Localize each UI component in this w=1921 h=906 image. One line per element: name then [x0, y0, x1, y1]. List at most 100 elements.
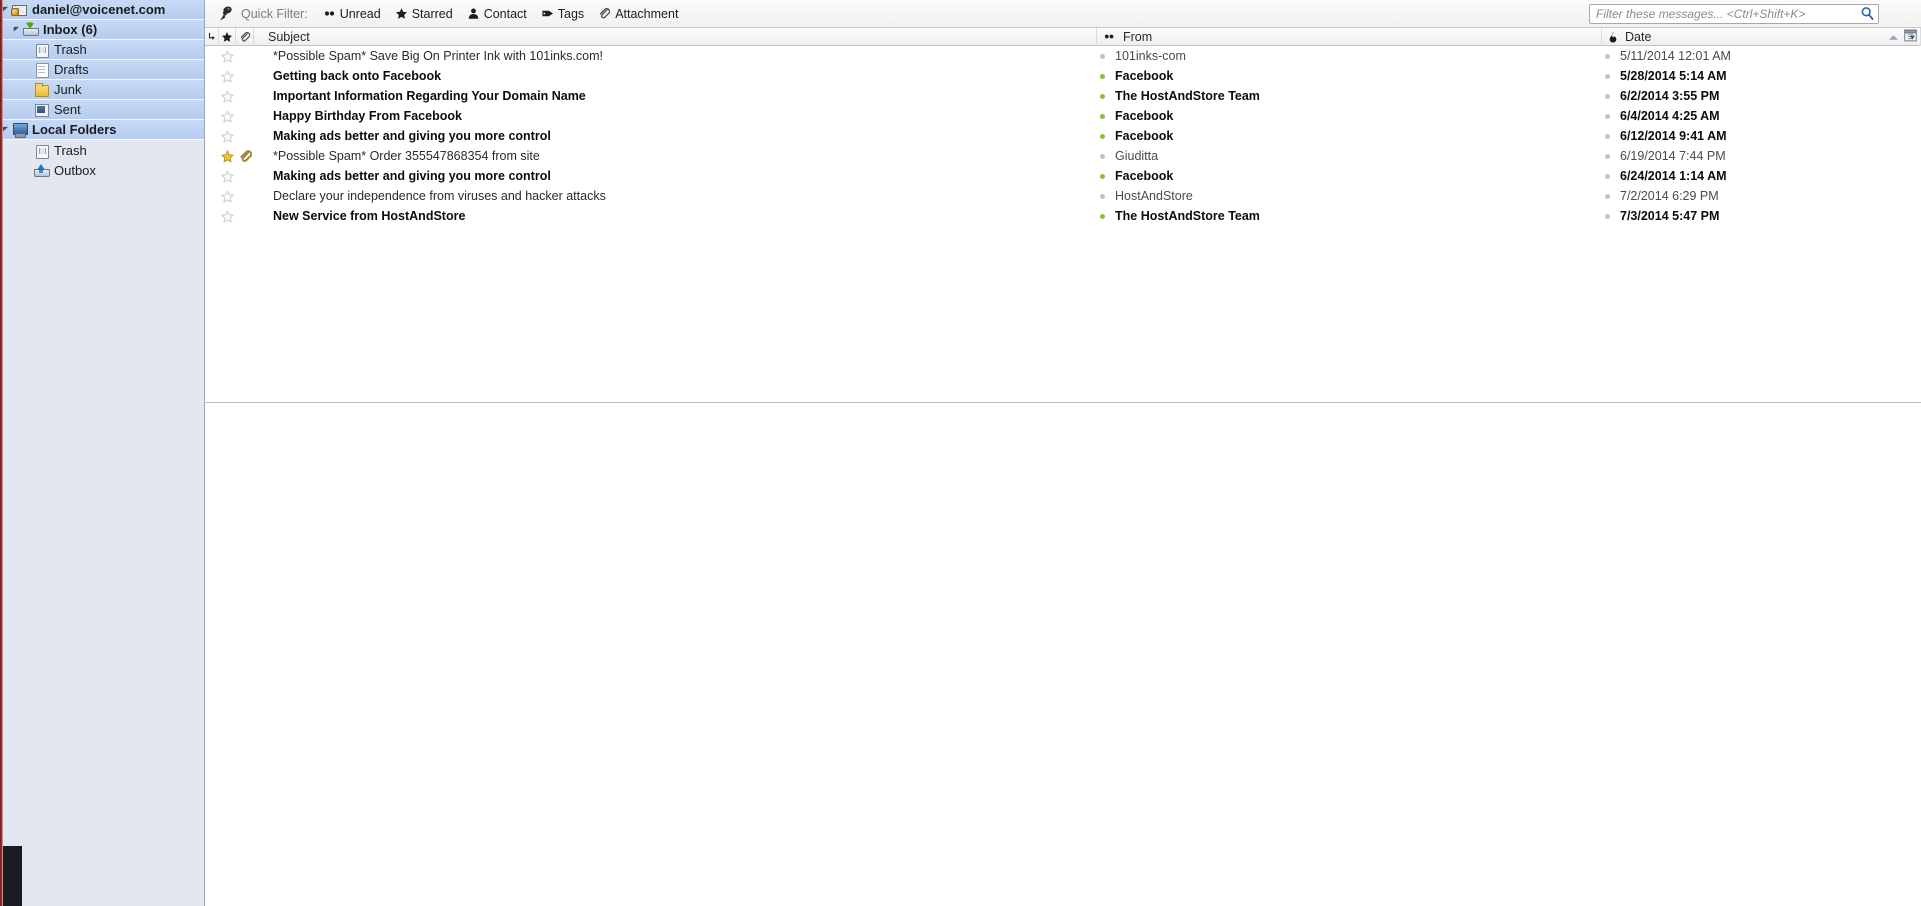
outbox-icon — [33, 163, 50, 178]
message-from-cell[interactable]: Facebook — [1097, 166, 1602, 186]
message-subject[interactable]: New Service from HostAndStore — [254, 206, 1097, 226]
message-date: 6/4/2014 4:25 AM — [1620, 109, 1720, 123]
message-date-cell[interactable]: 7/3/2014 5:47 PM — [1602, 206, 1921, 226]
junk-status-dot[interactable] — [1605, 73, 1610, 79]
paperclip-icon[interactable] — [236, 146, 254, 166]
message-subject[interactable]: Making ads better and giving you more co… — [254, 166, 1097, 186]
sidebar-item-sent[interactable]: Sent — [0, 100, 204, 120]
unread-indicator-dot[interactable] — [1100, 133, 1105, 139]
sidebar-item-local-folders[interactable]: Local Folders — [0, 120, 204, 140]
message-from-cell[interactable]: Facebook — [1097, 126, 1602, 146]
junk-status-dot[interactable] — [1605, 53, 1610, 59]
message-date-cell[interactable]: 6/24/2014 1:14 AM — [1602, 166, 1921, 186]
search-input[interactable] — [1589, 4, 1879, 24]
message-row[interactable]: New Service from HostAndStore The HostAnd… — [205, 206, 1921, 226]
star-outline-icon[interactable] — [219, 66, 236, 86]
unread-indicator-dot[interactable] — [1100, 73, 1105, 79]
message-from-cell[interactable]: The HostAndStore Team — [1097, 206, 1602, 226]
message-subject[interactable]: *Possible Spam* Order 355547868354 from … — [254, 146, 1097, 166]
message-from-cell[interactable]: Facebook — [1097, 66, 1602, 86]
sort-asc-icon[interactable] — [1888, 30, 1899, 44]
message-row[interactable]: *Possible Spam* Order 355547868354 from … — [205, 146, 1921, 166]
star-outline-icon[interactable] — [219, 166, 236, 186]
message-subject[interactable]: Making ads better and giving you more co… — [254, 126, 1097, 146]
sidebar-item-drafts[interactable]: Drafts — [0, 60, 204, 80]
junk-status-dot[interactable] — [1605, 133, 1610, 139]
attachment-cell-empty — [236, 166, 254, 186]
column-picker-icon[interactable] — [1904, 29, 1917, 45]
read-indicator-dot[interactable] — [1100, 193, 1105, 199]
message-subject[interactable]: Declare your independence from viruses a… — [254, 186, 1097, 206]
junk-status-dot[interactable] — [1605, 193, 1610, 199]
star-outline-icon[interactable] — [219, 106, 236, 126]
read-indicator-dot[interactable] — [1100, 153, 1105, 159]
twisty-open-icon[interactable] — [11, 26, 22, 33]
quick-filter-tags-button[interactable]: Tags — [536, 4, 591, 24]
quick-filter-attachment-button[interactable]: Attachment — [593, 4, 685, 24]
sidebar-item-trash[interactable]: Trash — [0, 40, 204, 60]
column-header-star[interactable] — [219, 27, 236, 46]
unread-indicator-dot[interactable] — [1100, 173, 1105, 179]
star-filled-icon[interactable] — [219, 146, 236, 166]
star-outline-icon[interactable] — [219, 206, 236, 226]
message-date-cell[interactable]: 6/19/2014 7:44 PM — [1602, 146, 1921, 166]
drafts-icon — [33, 62, 50, 78]
mail-client-window: daniel@voicenet.com Inbox (6) Trash Drafts J… — [0, 0, 1921, 906]
message-row[interactable]: Making ads better and giving you more co… — [205, 166, 1921, 186]
message-date: 6/19/2014 7:44 PM — [1620, 149, 1726, 163]
message-date-cell[interactable]: 5/11/2014 12:01 AM — [1602, 46, 1921, 66]
unread-dots-icon — [1103, 32, 1116, 41]
junk-status-dot[interactable] — [1605, 173, 1610, 179]
message-date-cell[interactable]: 6/4/2014 4:25 AM — [1602, 106, 1921, 126]
star-outline-icon[interactable] — [219, 46, 236, 66]
message-row[interactable]: Making ads better and giving you more co… — [205, 126, 1921, 146]
message-row[interactable]: Declare your independence from viruses a… — [205, 186, 1921, 206]
message-date-cell[interactable]: 5/28/2014 5:14 AM — [1602, 66, 1921, 86]
sidebar-item-trash[interactable]: Trash — [0, 140, 204, 160]
column-header-date[interactable]: Date — [1602, 27, 1921, 46]
message-subject[interactable]: Getting back onto Facebook — [254, 66, 1097, 86]
junk-status-dot[interactable] — [1605, 153, 1610, 159]
message-from-cell[interactable]: The HostAndStore Team — [1097, 86, 1602, 106]
unread-indicator-dot[interactable] — [1100, 93, 1105, 99]
quick-filter-unread-label: Unread — [339, 6, 381, 21]
unread-indicator-dot[interactable] — [1100, 213, 1105, 219]
message-subject[interactable]: Happy Birthday From Facebook — [254, 106, 1097, 126]
message-from-cell[interactable]: Giuditta — [1097, 146, 1602, 166]
star-outline-icon[interactable] — [219, 186, 236, 206]
star-outline-icon[interactable] — [219, 86, 236, 106]
junk-status-dot[interactable] — [1605, 113, 1610, 119]
message-row[interactable]: *Possible Spam* Save Big On Printer Ink … — [205, 46, 1921, 66]
column-header-from[interactable]: From — [1097, 27, 1602, 46]
unread-indicator-dot[interactable] — [1100, 113, 1105, 119]
message-date-cell[interactable]: 7/2/2014 6:29 PM — [1602, 186, 1921, 206]
pin-icon[interactable] — [215, 3, 237, 25]
junk-status-dot[interactable] — [1605, 213, 1610, 219]
search-icon[interactable] — [1860, 6, 1875, 21]
message-from-cell[interactable]: HostAndStore — [1097, 186, 1602, 206]
message-subject[interactable]: *Possible Spam* Save Big On Printer Ink … — [254, 46, 1097, 66]
message-from-cell[interactable]: Facebook — [1097, 106, 1602, 126]
column-header-attachment[interactable] — [236, 27, 254, 46]
message-date-cell[interactable]: 6/2/2014 3:55 PM — [1602, 86, 1921, 106]
column-header-subject[interactable]: Subject — [254, 27, 1097, 46]
quick-filter-unread-button[interactable]: Unread — [318, 4, 388, 24]
sidebar-item-daniel-voicenet-com[interactable]: daniel@voicenet.com — [0, 0, 204, 20]
sidebar-item-outbox[interactable]: Outbox — [0, 160, 204, 180]
quick-filter-starred-button[interactable]: Starred — [390, 4, 460, 24]
message-row[interactable]: Important Information Regarding Your Dom… — [205, 86, 1921, 106]
message-date-cell[interactable]: 6/12/2014 9:41 AM — [1602, 126, 1921, 146]
column-header-thread[interactable] — [205, 27, 219, 46]
message-rows: *Possible Spam* Save Big On Printer Ink … — [205, 46, 1921, 226]
star-outline-icon[interactable] — [219, 126, 236, 146]
sidebar-item-junk[interactable]: Junk — [0, 80, 204, 100]
message-subject[interactable]: Important Information Regarding Your Dom… — [254, 86, 1097, 106]
sidebar-item-inbox-6[interactable]: Inbox (6) — [0, 20, 204, 40]
read-indicator-dot[interactable] — [1100, 53, 1105, 59]
message-row[interactable]: Getting back onto Facebook Facebook 5/28/2… — [205, 66, 1921, 86]
junk-status-dot[interactable] — [1605, 93, 1610, 99]
quick-filter-bar: Quick Filter: Unread Starred Contact Tag… — [205, 0, 1921, 28]
quick-filter-contact-button[interactable]: Contact — [462, 4, 534, 24]
message-from-cell[interactable]: 101inks-com — [1097, 46, 1602, 66]
message-row[interactable]: Happy Birthday From Facebook Facebook 6/4/… — [205, 106, 1921, 126]
